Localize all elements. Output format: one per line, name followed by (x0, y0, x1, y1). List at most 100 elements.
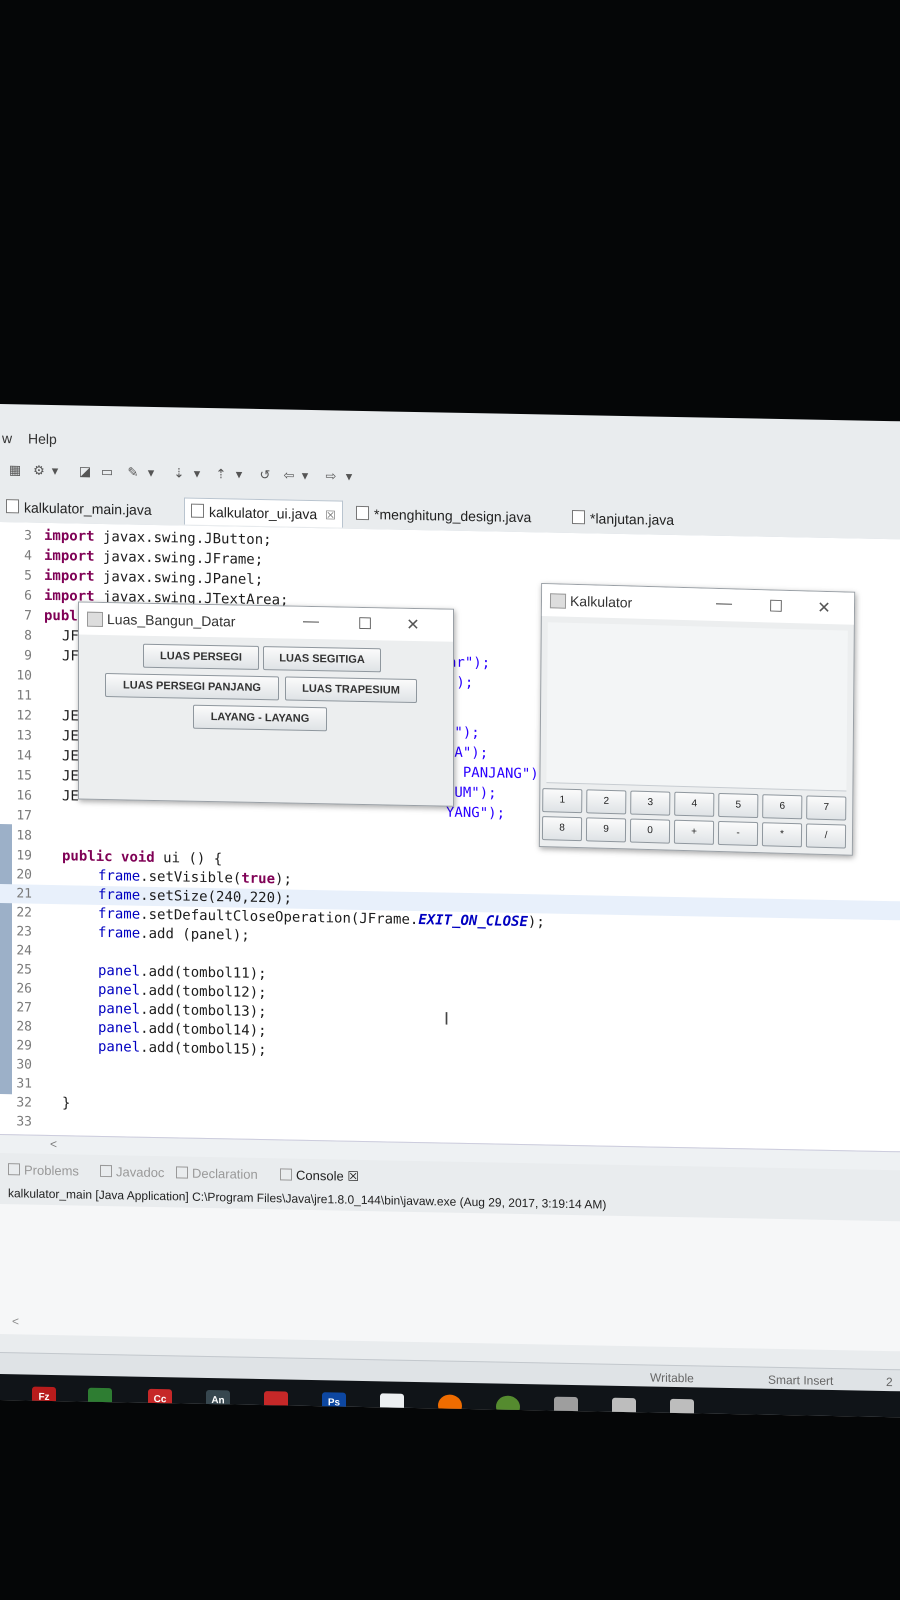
new-icon[interactable]: ▦ (6, 462, 24, 478)
maximize-button[interactable]: ☐ (355, 614, 375, 634)
maximize-button[interactable]: ☐ (766, 596, 786, 617)
code-text: publ (44, 607, 78, 625)
digit-8-button[interactable]: 8 (541, 816, 583, 842)
menu-item-help[interactable]: Help (28, 431, 57, 448)
line-number: 14 (16, 748, 32, 764)
java-app-icon (549, 593, 567, 609)
line-number: 8 (24, 628, 32, 644)
line-number: 11 (16, 688, 32, 704)
dropdown-arrow-icon[interactable]: ▾ (300, 468, 310, 484)
photoshop-icon[interactable]: Ps (322, 1392, 346, 1415)
java-app-icon[interactable] (612, 1397, 636, 1418)
minimize-button[interactable]: — (301, 613, 321, 631)
dropdown-arrow-icon[interactable]: ▾ (234, 466, 244, 482)
prev-annotation-icon[interactable]: ⇡ (212, 466, 230, 482)
code-editor[interactable]: 3 import javax.swing.JButton; 4 import jav… (0, 522, 900, 1152)
digit-0-button[interactable]: 0 (629, 818, 671, 844)
digit-7-button[interactable]: 7 (806, 795, 847, 821)
tab-console[interactable]: Console ☒ (280, 1167, 359, 1185)
media-icon[interactable] (264, 1391, 288, 1414)
window-titlebar[interactable]: Luas_Bangun_Datar — ☐ ✕ (79, 602, 453, 642)
window-title: Luas_Bangun_Datar (107, 611, 236, 630)
tab-close-icon[interactable]: ☒ (325, 508, 336, 522)
line-number: 5 (24, 568, 32, 584)
folder-icon[interactable]: ▭ (98, 464, 116, 480)
java-file-icon (191, 503, 204, 518)
tab-declaration[interactable]: Declaration (176, 1165, 258, 1182)
line-number: 12 (16, 708, 32, 724)
luas-persegi-button[interactable]: LUAS PERSEGI (143, 643, 259, 670)
tab-kalkulator-main[interactable]: kalkulator_main.java (0, 494, 158, 523)
tab-javadoc[interactable]: Javadoc (100, 1164, 164, 1180)
minus-button[interactable]: - (717, 820, 759, 847)
java-app-icon (87, 611, 103, 627)
text-cursor-icon: Ι (444, 1008, 450, 1029)
dropdown-arrow-icon[interactable]: ▾ (344, 469, 354, 485)
calculator-display[interactable] (546, 622, 848, 792)
terminal-icon[interactable] (554, 1396, 578, 1418)
java-file-icon (572, 509, 585, 525)
line-number: 32 (16, 1095, 32, 1111)
tool-icon[interactable]: ✎ (124, 464, 142, 480)
line-number: 22 (16, 905, 32, 921)
kalkulator-window[interactable]: Kalkulator — ☐ ✕ 1 2 3 4 5 6 7 8 9 0 + -… (538, 583, 856, 856)
animate-icon[interactable]: An (206, 1389, 230, 1413)
luas-segitiga-button[interactable]: LUAS SEGITIGA (263, 646, 381, 673)
digit-1-button[interactable]: 1 (542, 788, 583, 814)
digit-5-button[interactable]: 5 (718, 792, 759, 819)
package-icon[interactable]: ◪ (76, 463, 94, 479)
multiply-button[interactable]: * (761, 822, 803, 848)
minimize-button[interactable]: — (714, 595, 734, 614)
close-button[interactable]: ✕ (403, 615, 423, 635)
dropdown-arrow-icon[interactable]: ▾ (146, 465, 156, 481)
code-fragment: I PANJANG") (446, 764, 539, 783)
divide-button[interactable]: / (805, 823, 847, 849)
tab-problems[interactable]: Problems (8, 1162, 79, 1179)
status-insert-mode: Smart Insert (768, 1372, 834, 1389)
notepad-icon[interactable] (380, 1393, 404, 1416)
mobile-app-icon[interactable] (88, 1387, 112, 1411)
digit-3-button[interactable]: 3 (630, 790, 671, 816)
forward-icon[interactable]: ⇨ (322, 468, 340, 484)
layang-layang-button[interactable]: LAYANG - LAYANG (193, 704, 327, 732)
filezilla-icon[interactable]: Fz (32, 1386, 56, 1410)
window-titlebar[interactable]: Kalkulator — ☐ ✕ (541, 584, 855, 625)
digit-9-button[interactable]: 9 (585, 817, 627, 843)
creative-cloud-icon[interactable]: Cc (148, 1388, 172, 1412)
tab-close-icon[interactable]: ☒ (347, 1169, 359, 1184)
luas-persegi-panjang-button[interactable]: LUAS PERSEGI PANJANG (105, 673, 279, 701)
code-fragment: YANG"); (446, 804, 506, 822)
dropdown-arrow-icon[interactable]: ▾ (192, 466, 202, 482)
scroll-left-arrow-icon[interactable]: < (12, 1314, 19, 1328)
luas-trapesium-button[interactable]: LUAS TRAPESIUM (285, 676, 417, 704)
tab-label: kalkulator_ui.java (209, 504, 318, 523)
console-output[interactable]: < (0, 1204, 900, 1352)
menu-item-window-partial[interactable]: w (2, 430, 12, 446)
dropdown-arrow-icon[interactable]: ▾ (50, 463, 60, 479)
next-annotation-icon[interactable]: ⇣ (170, 465, 188, 481)
line-number: 6 (24, 588, 32, 604)
back-icon[interactable]: ⇦ (280, 467, 298, 483)
tab-lanjutan[interactable]: *lanjutan.java (566, 505, 680, 533)
last-edit-icon[interactable]: ↺ (256, 467, 274, 483)
tab-kalkulator-ui[interactable]: kalkulator_ui.java ☒ (184, 497, 343, 528)
java-file-icon (6, 499, 19, 514)
line-number: 31 (16, 1076, 32, 1092)
tab-label: *menghitung_design.java (374, 506, 532, 526)
digit-6-button[interactable]: 6 (762, 794, 803, 820)
line-number: 16 (16, 788, 32, 804)
luas-bangun-datar-window[interactable]: Luas_Bangun_Datar — ☐ ✕ LUAS PERSEGI LUA… (78, 601, 454, 807)
line-number: 21 (16, 886, 32, 902)
tab-menghitung-design[interactable]: *menghitung_design.java (350, 501, 537, 531)
java-app-icon[interactable] (670, 1398, 694, 1418)
debug-icon[interactable]: ⚙ (30, 463, 48, 479)
line-number: 30 (16, 1057, 32, 1073)
scroll-left-arrow-icon[interactable]: < (50, 1137, 57, 1151)
close-button[interactable]: ✕ (814, 598, 834, 619)
firefox-icon[interactable] (438, 1394, 462, 1417)
digit-2-button[interactable]: 2 (586, 789, 627, 815)
code-text: JF (62, 648, 79, 665)
plus-button[interactable]: + (673, 819, 715, 845)
digit-4-button[interactable]: 4 (674, 791, 715, 817)
android-icon[interactable] (496, 1395, 520, 1418)
